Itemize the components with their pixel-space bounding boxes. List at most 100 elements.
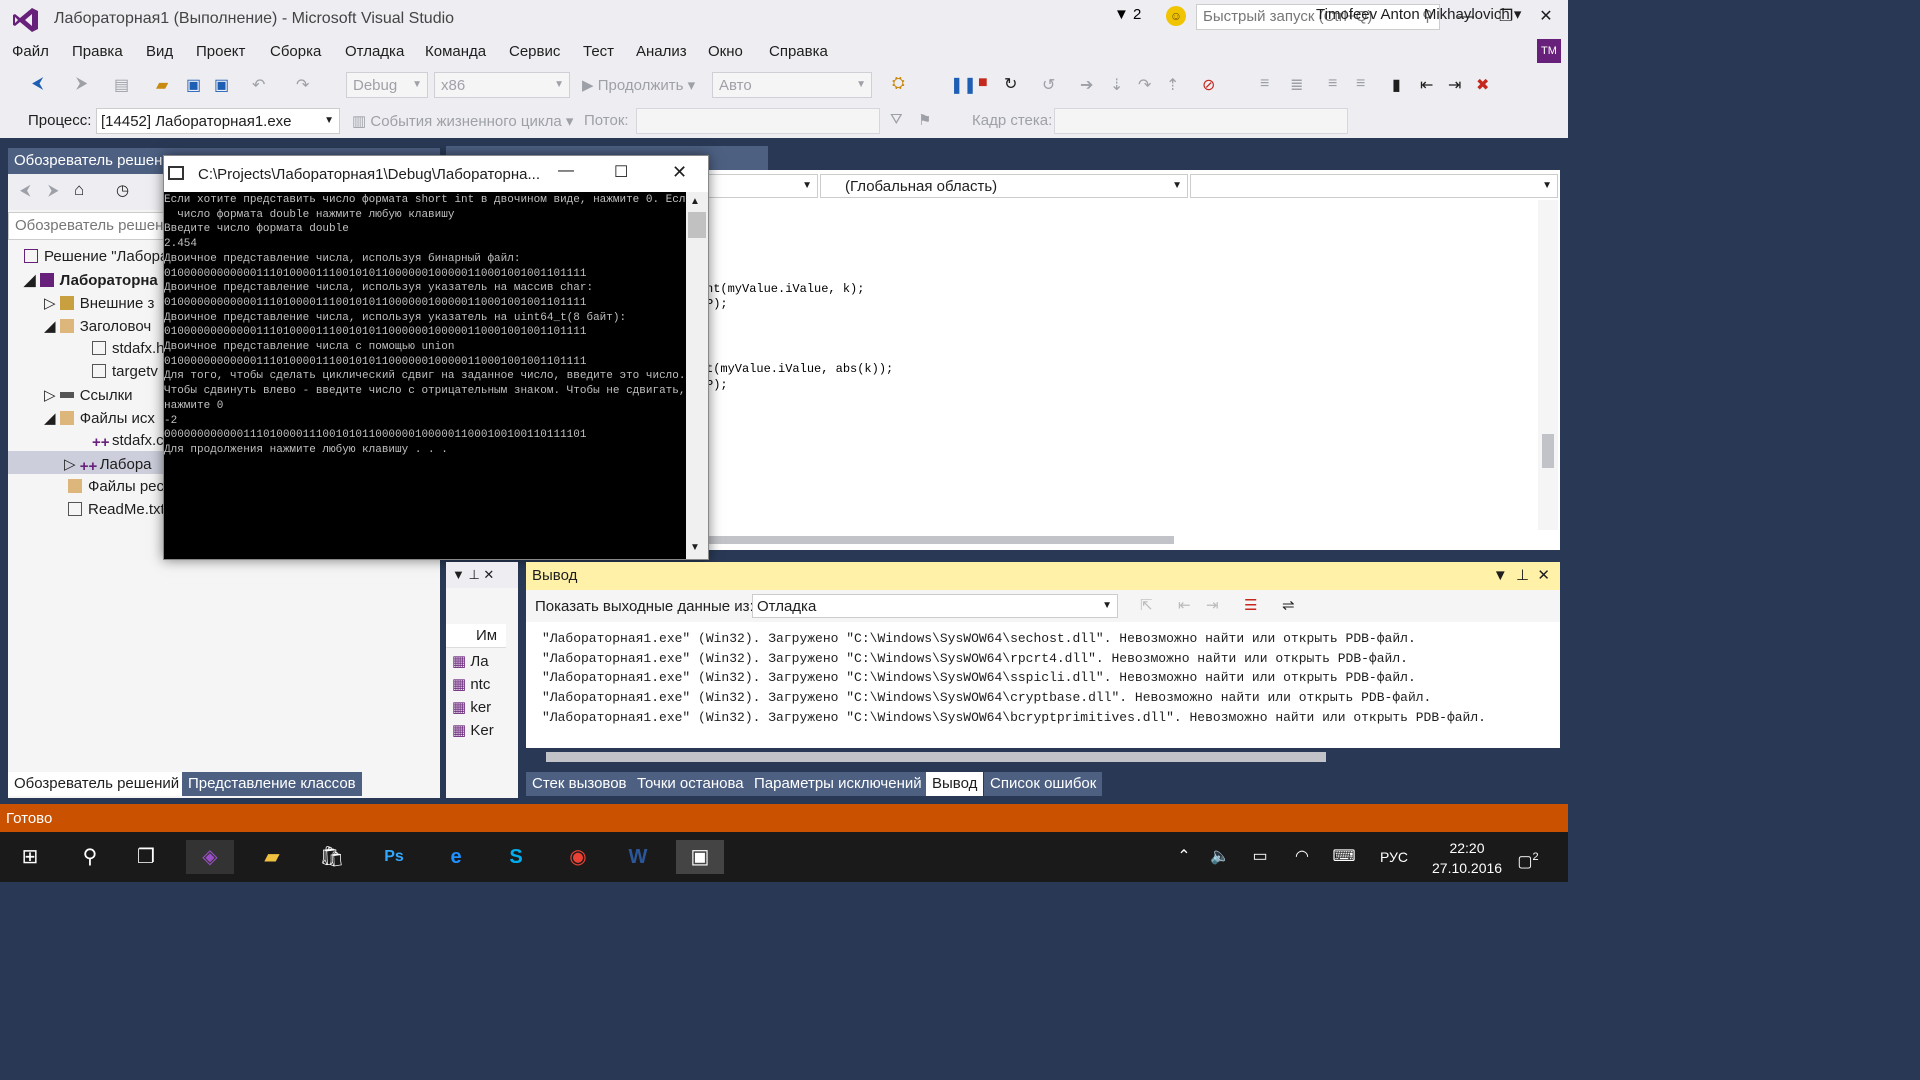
configuration-select[interactable]: Debug ▼: [346, 72, 428, 98]
stop-icon[interactable]: ■: [978, 74, 988, 92]
wifi-icon[interactable]: ◠: [1278, 840, 1326, 874]
tree-stdafx-cpp[interactable]: ++ stdafx.c: [92, 432, 164, 451]
step-out-icon[interactable]: ⇡: [1166, 75, 1179, 95]
console-minimize-button[interactable]: —: [558, 162, 574, 180]
find-icon[interactable]: ⛭: [892, 75, 905, 93]
visual-studio-taskbar-icon[interactable]: ◈: [186, 840, 234, 874]
tree-targetver[interactable]: targetv: [92, 363, 158, 380]
filter-icon[interactable]: ⛛: [890, 111, 903, 128]
photoshop-icon[interactable]: Ps: [370, 840, 418, 874]
menu-window[interactable]: Окно: [708, 43, 743, 60]
tree-resource-files[interactable]: Файлы рес: [68, 478, 164, 495]
save-all-icon[interactable]: ▣: [214, 75, 229, 95]
new-project-icon[interactable]: ▤: [114, 75, 129, 95]
tab-exception-settings[interactable]: Параметры исключений: [748, 772, 928, 796]
redo-icon[interactable]: ↷: [296, 75, 309, 95]
bookmark-icon[interactable]: ▮: [1392, 75, 1401, 95]
nav-member-select[interactable]: ▼: [1190, 174, 1558, 198]
tree-project[interactable]: ◢ Лабораторна: [24, 271, 158, 289]
console-maximize-button[interactable]: ☐: [614, 162, 628, 182]
menu-edit[interactable]: Правка: [72, 43, 123, 60]
lifecycle-events-button[interactable]: ▥ События жизненного цикла ▾: [352, 112, 573, 130]
undo-icon[interactable]: ↶: [252, 75, 265, 95]
menu-debug[interactable]: Отладка: [345, 43, 404, 60]
prev-bookmark-icon[interactable]: ⇤: [1420, 75, 1433, 95]
editor-scroll-thumb[interactable]: [1542, 434, 1554, 468]
menu-project[interactable]: Проект: [196, 43, 245, 60]
tree-source-files[interactable]: ◢ Файлы исх: [44, 409, 155, 427]
search-icon[interactable]: ⚲: [66, 840, 114, 874]
thread-select[interactable]: [636, 108, 880, 134]
next-message-icon[interactable]: ⇥: [1206, 596, 1219, 614]
keyboard-icon[interactable]: ⌨: [1320, 840, 1368, 874]
list-item[interactable]: ▦ ntc: [452, 675, 490, 693]
scroll-up-icon[interactable]: ▲: [690, 196, 700, 207]
panel-controls[interactable]: ▼ ⊥ ✕: [1493, 566, 1550, 584]
hot-reload-icon[interactable]: ↺: [1042, 75, 1055, 95]
console-window[interactable]: C:\Projects\Лабораторная1\Debug\Лаборато…: [163, 155, 709, 560]
step-over-icon[interactable]: ↷: [1138, 75, 1151, 95]
auto-select[interactable]: Авто ▼: [712, 72, 872, 98]
step-into-icon[interactable]: ⇣: [1110, 75, 1123, 95]
prev-message-icon[interactable]: ⇤: [1178, 596, 1191, 614]
tab-call-stack[interactable]: Стек вызовов: [526, 772, 633, 796]
skype-icon[interactable]: S: [492, 840, 540, 874]
list-item[interactable]: ▦ Ла: [452, 652, 489, 670]
chrome-icon[interactable]: ◉: [554, 840, 602, 874]
tab-class-view[interactable]: Представление классов: [182, 772, 362, 796]
back-icon[interactable]: ⮜: [32, 75, 43, 93]
tree-readme[interactable]: ReadMe.txt: [68, 501, 165, 518]
process-select[interactable]: [14452] Лабораторная1.exe ▼: [96, 108, 340, 134]
list-item[interactable]: ▦ Ker: [452, 721, 494, 739]
output-text[interactable]: "Лабораторная1.exe" (Win32). Загружено "…: [526, 622, 1560, 748]
language-indicator[interactable]: РУС: [1370, 840, 1418, 874]
output-source-select[interactable]: Отладка ▼: [752, 594, 1118, 618]
menu-tools[interactable]: Сервис: [509, 43, 560, 60]
history-icon[interactable]: ◷: [116, 181, 129, 199]
home-icon[interactable]: ⌂: [74, 180, 84, 200]
column-header[interactable]: Им: [446, 624, 506, 648]
console-scroll-thumb[interactable]: [688, 212, 706, 238]
stack-frame-select[interactable]: [1054, 108, 1348, 134]
output-horizontal-scroll-thumb[interactable]: [546, 752, 1326, 762]
stack-icon[interactable]: ≣: [1290, 75, 1303, 95]
flag-icon[interactable]: ⚑: [918, 111, 931, 129]
battery-icon[interactable]: ▭: [1236, 840, 1284, 874]
editor-horizontal-scroll-thumb[interactable]: [700, 536, 1174, 544]
notifications-button[interactable]: ▼ 2: [1114, 6, 1141, 23]
menu-team[interactable]: Команда: [425, 43, 486, 60]
list-item[interactable]: ▦ ker: [452, 698, 491, 716]
nav-scope-select[interactable]: (Глобальная область) ▼: [820, 174, 1188, 198]
tree-header-files[interactable]: ◢ Заголовоч: [44, 317, 151, 335]
task-view-icon[interactable]: ❐: [122, 840, 170, 874]
action-center-icon[interactable]: ▢2: [1504, 840, 1552, 874]
clear-all-icon[interactable]: ☰: [1244, 596, 1257, 614]
platform-select[interactable]: x86 ▼: [434, 72, 570, 98]
console-taskbar-icon[interactable]: ▣: [676, 840, 724, 874]
file-explorer-icon[interactable]: ▰: [248, 840, 296, 874]
menu-help[interactable]: Справка: [769, 43, 828, 60]
tree-references[interactable]: ▷ Ссылки: [44, 386, 133, 404]
pause-icon[interactable]: ❚❚: [950, 75, 977, 95]
find-message-icon[interactable]: ⇱: [1140, 596, 1153, 614]
menu-file[interactable]: Файл: [12, 43, 49, 60]
menu-view[interactable]: Вид: [146, 43, 173, 60]
clear-bookmarks-icon[interactable]: ✖: [1476, 75, 1489, 95]
tree-external-deps[interactable]: ▷ Внешние з: [44, 294, 154, 312]
menu-test[interactable]: Тест: [583, 43, 614, 60]
comment-icon[interactable]: ≡: [1328, 75, 1337, 93]
tree-main-cpp[interactable]: ▷ ++ Лабора: [64, 455, 152, 475]
tab-solution-explorer[interactable]: Обозреватель решений: [8, 772, 186, 796]
editor-vertical-scrollbar[interactable]: [1538, 200, 1558, 530]
tab-error-list[interactable]: Список ошибок: [984, 772, 1103, 796]
close-button[interactable]: ✕: [1526, 4, 1566, 30]
tab-breakpoints[interactable]: Точки останова: [631, 772, 750, 796]
avatar[interactable]: TM: [1537, 39, 1561, 63]
console-scrollbar[interactable]: ▲ ▼: [686, 192, 708, 559]
menu-build[interactable]: Сборка: [270, 43, 321, 60]
show-next-statement-icon[interactable]: ➔: [1080, 75, 1093, 95]
menu-analyze[interactable]: Анализ: [636, 43, 687, 60]
forward-icon[interactable]: ⮞: [48, 182, 59, 199]
open-folder-icon[interactable]: ▰: [156, 75, 168, 95]
scroll-down-icon[interactable]: ▼: [690, 542, 700, 553]
